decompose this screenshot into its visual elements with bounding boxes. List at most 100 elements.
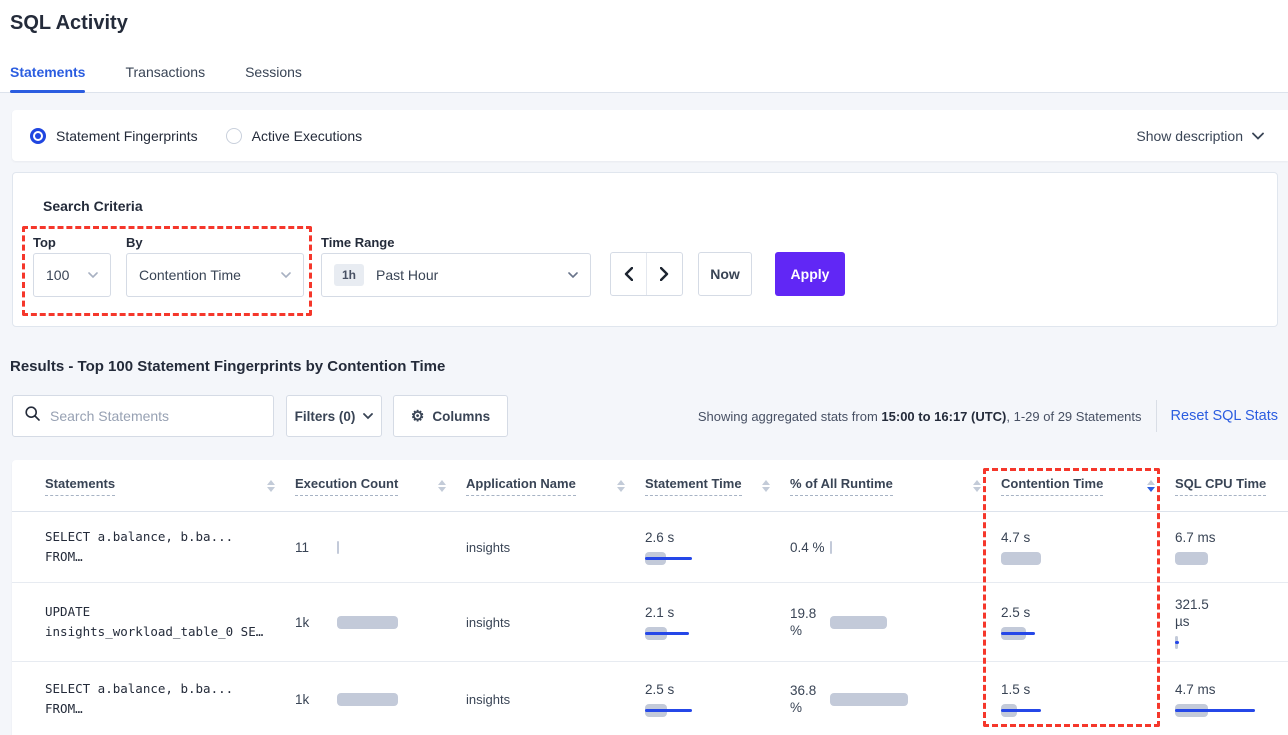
table-row[interactable]: UPDATEinsights_workload_table_0 SE… 1k i… [12,583,1288,662]
column-header-contention-time[interactable]: Contention Time [1001,476,1175,496]
application-name-cell: insights [466,692,645,707]
page-title: SQL Activity [10,12,128,35]
statements-table: Statements Execution Count Application N… [12,460,1288,735]
search-statements-field[interactable] [12,395,274,437]
sort-icon [438,480,452,492]
filters-label: Filters (0) [295,409,356,424]
by-label: By [126,235,143,250]
search-icon [25,406,40,426]
radio-active-executions[interactable]: Active Executions [226,128,363,144]
page-header: SQL Activity Statements Transactions Ses… [0,0,1288,93]
view-toggle-bar: Statement Fingerprints Active Executions… [12,110,1288,161]
search-criteria-card: Search Criteria Top 100 By Contention Ti… [12,172,1278,327]
bar-chart [1001,627,1091,640]
bar-chart [1175,552,1265,565]
tab-transactions[interactable]: Transactions [125,64,205,92]
bar-chart [337,693,448,706]
reset-sql-stats-link[interactable]: Reset SQL Stats [1171,408,1278,424]
bar-chart [645,704,735,717]
contention-time-cell: 1.5 s [1001,681,1175,717]
tab-bar: Statements Transactions Sessions [10,64,302,92]
sort-icon [617,480,631,492]
chevron-down-icon [363,413,373,420]
columns-button[interactable]: ⚙ Columns [393,395,508,437]
contention-time-cell: 2.5 s [1001,604,1175,640]
bar-chart [1001,552,1091,565]
sort-icon [762,480,776,492]
sql-cpu-time-cell: 321.5 µs [1175,596,1288,649]
radio-selected-icon [30,128,46,144]
next-time-button[interactable] [647,253,682,295]
showing-range: 15:00 to 16:17 (UTC) [881,409,1006,424]
bar-chart [337,616,448,629]
pct-runtime-cell: 0.4 % [790,539,1001,556]
time-range-badge: 1h [334,264,364,286]
execution-count-cell: 1k [295,615,466,630]
top-select[interactable]: 100 [33,253,111,297]
statement-cell[interactable]: SELECT a.balance, b.ba...FROM… [45,679,295,719]
time-range-value: Past Hour [376,267,438,283]
search-criteria-heading: Search Criteria [43,198,143,214]
sql-activity-page: SQL Activity Statements Transactions Ses… [0,0,1288,735]
divider [1156,400,1157,432]
chevron-down-icon [281,272,291,279]
by-select[interactable]: Contention Time [126,253,304,297]
statement-time-cell: 2.1 s [645,604,790,640]
execution-count-cell: 1k [295,692,466,707]
statement-time-cell: 2.5 s [645,681,790,717]
statement-time-cell: 2.6 s [645,529,790,565]
table-row[interactable]: SELECT a.balance, b.ba...FROM… 11 insigh… [12,512,1288,583]
chevron-left-icon [624,267,633,281]
column-header-execution-count[interactable]: Execution Count [295,476,466,496]
chevron-down-icon [88,272,98,279]
chevron-right-icon [660,267,669,281]
execution-count-cell: 11 [295,540,466,555]
sort-icon [973,480,987,492]
column-header-statements[interactable]: Statements [45,476,295,496]
time-nav-group [610,252,683,296]
bar-chart [1175,704,1265,717]
radio-statement-fingerprints[interactable]: Statement Fingerprints [30,128,198,144]
bar-chart [645,552,735,565]
column-header-application-name[interactable]: Application Name [466,476,645,496]
bar-chart [830,541,983,554]
apply-button[interactable]: Apply [775,252,845,296]
top-select-value: 100 [46,267,69,283]
column-header-pct-runtime[interactable]: % of All Runtime [790,476,1001,496]
statement-cell[interactable]: UPDATEinsights_workload_table_0 SE… [45,602,295,642]
time-range-label: Time Range [321,235,394,250]
radio-label: Statement Fingerprints [56,128,198,144]
column-header-sql-cpu-time[interactable]: SQL CPU Time [1175,476,1288,496]
pct-runtime-cell: 19.8 % [790,605,1001,639]
pct-runtime-cell: 36.8 % [790,682,1001,716]
radio-unselected-icon [226,128,242,144]
sort-icon [267,480,281,492]
now-button[interactable]: Now [698,252,752,296]
table-row[interactable]: SELECT a.balance, b.ba...FROM… 1k insigh… [12,662,1288,735]
prev-time-button[interactable] [611,253,647,295]
bar-chart [830,616,983,629]
show-description-toggle[interactable]: Show description [1136,128,1264,144]
tab-sessions[interactable]: Sessions [245,64,302,92]
statement-cell[interactable]: SELECT a.balance, b.ba...FROM… [45,527,295,567]
columns-label: Columns [432,409,490,424]
bar-chart [830,693,983,706]
column-header-statement-time[interactable]: Statement Time [645,476,790,496]
application-name-cell: insights [466,615,645,630]
radio-label: Active Executions [252,128,363,144]
sql-cpu-time-cell: 6.7 ms [1175,529,1288,565]
bar-chart [337,541,448,554]
sql-cpu-time-cell: 4.7 ms [1175,681,1288,717]
show-description-label: Show description [1136,128,1243,144]
top-label: Top [33,235,56,250]
sort-desc-icon [1147,480,1161,492]
gear-icon: ⚙ [411,409,424,424]
bar-chart [1175,636,1265,649]
search-statements-input[interactable] [50,408,261,424]
table-header-row: Statements Execution Count Application N… [12,460,1288,512]
tab-statements[interactable]: Statements [10,64,85,92]
time-range-select[interactable]: 1h Past Hour [321,253,591,297]
bar-chart [1001,704,1091,717]
showing-stats-text: Showing aggregated stats from 15:00 to 1… [698,409,1142,424]
filters-button[interactable]: Filters (0) [286,395,382,437]
